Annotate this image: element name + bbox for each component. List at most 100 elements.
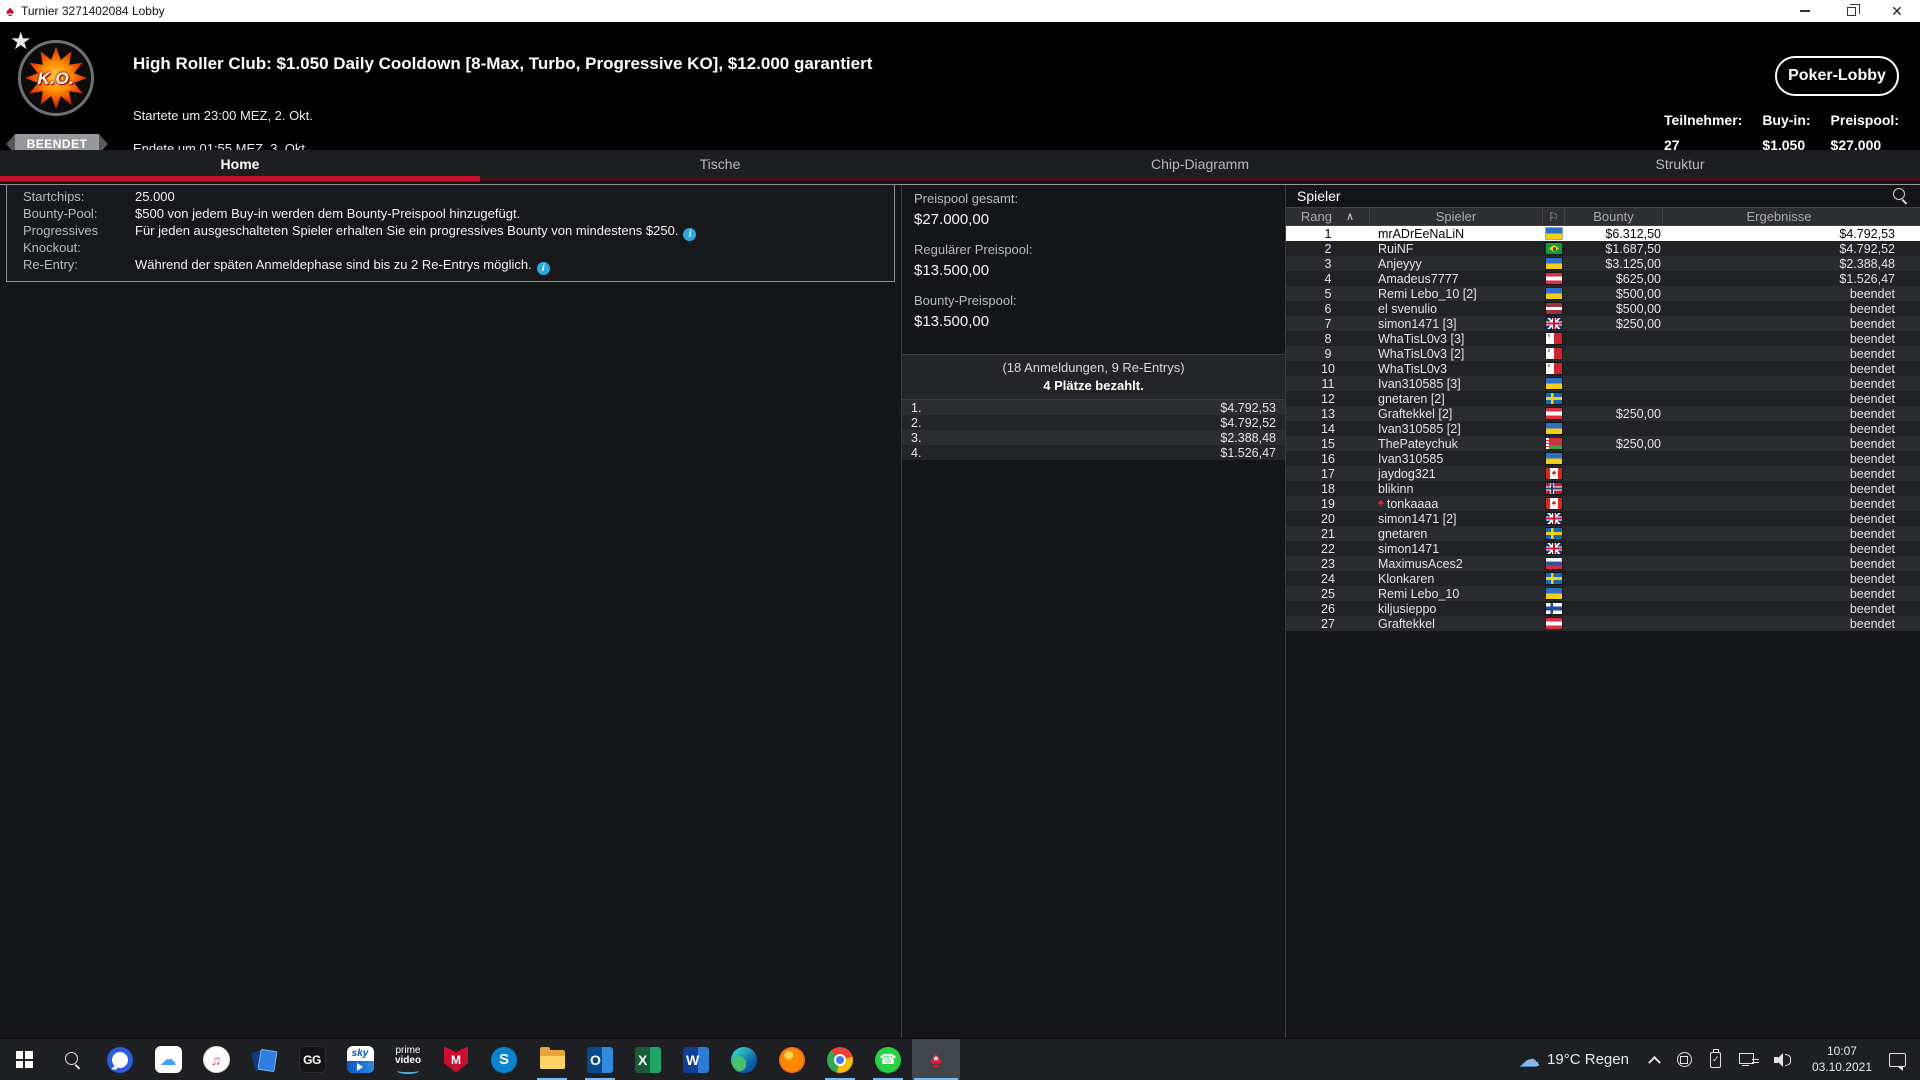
info-icon[interactable]: i <box>536 262 550 275</box>
skype-icon: S <box>491 1046 517 1073</box>
table-row[interactable]: 8 ♠ WhaTisL0v3 [3] beendet <box>1286 331 1920 346</box>
tab[interactable]: Chip-Diagramm <box>960 150 1440 178</box>
country-flag-icon <box>1546 393 1562 404</box>
taskbar-card-game[interactable] <box>240 1039 288 1080</box>
rank-cell: 20 <box>1321 511 1335 526</box>
player-name-cell: ♠ Graftekkel [2] <box>1378 406 1453 421</box>
result-cell: beendet <box>1849 376 1895 391</box>
info-icon[interactable]: i <box>683 228 697 241</box>
taskbar-file-explorer[interactable] <box>528 1039 576 1080</box>
start-button[interactable] <box>0 1039 48 1080</box>
flag-cell <box>1543 363 1565 374</box>
taskbar-icloud[interactable]: ☁ <box>144 1039 192 1080</box>
stat-label: Teilnehmer: <box>1664 112 1743 128</box>
payout-place: 4. <box>911 445 922 460</box>
table-row[interactable]: 14 ♠ Ivan310585 [2] beendet <box>1286 421 1920 436</box>
file-explorer-icon <box>539 1047 565 1069</box>
minimize-button[interactable] <box>1782 0 1828 22</box>
table-row[interactable]: 21 ♠ gnetaren beendet <box>1286 526 1920 541</box>
show-hidden-icons-button[interactable] <box>1641 1039 1668 1080</box>
total-label: Bounty-Preispool: <box>914 293 1017 308</box>
taskbar-edge[interactable] <box>720 1039 768 1080</box>
table-row[interactable]: 25 ♠ Remi Lebo_10 beendet <box>1286 586 1920 601</box>
restore-button[interactable] <box>1828 0 1874 22</box>
taskbar-search-button[interactable] <box>48 1039 96 1080</box>
table-row[interactable]: 15 ♠ ThePateychuk $250,00 beendet <box>1286 436 1920 451</box>
tab[interactable]: Tische <box>480 150 960 178</box>
table-row[interactable]: 3 ♠ Anjeyyy $3.125,00 $2.388,48 <box>1286 256 1920 271</box>
payout-place: 1. <box>911 400 922 415</box>
tab[interactable]: Struktur <box>1440 150 1920 178</box>
table-row[interactable]: 7 ♠ simon1471 [3] $250,00 beendet <box>1286 316 1920 331</box>
table-row[interactable]: 12 ♠ gnetaren [2] beendet <box>1286 391 1920 406</box>
taskbar-outlook[interactable]: O <box>576 1039 624 1080</box>
action-center-button[interactable] <box>1889 1052 1906 1071</box>
taskbar-firefox[interactable] <box>768 1039 816 1080</box>
taskbar-excel[interactable]: X <box>624 1039 672 1080</box>
tab[interactable]: Home <box>0 150 480 181</box>
payout-row[interactable]: 1. $4.792,53 <box>902 400 1285 415</box>
clock-widget[interactable]: 10:07 03.10.2021 <box>1801 1044 1883 1075</box>
table-row[interactable]: 22 ♠ simon1471 beendet <box>1286 541 1920 556</box>
network-tray-button[interactable] <box>1730 1039 1765 1080</box>
column-header-bounty[interactable]: Bounty <box>1565 208 1663 225</box>
taskbar: ☁ ♫ GG sky prime video M S O X W ☎ ♠ ★ ☁… <box>0 1038 1920 1080</box>
taskbar-chrome[interactable] <box>816 1039 864 1080</box>
table-row[interactable]: 19 ♠ tonkaaaa beendet <box>1286 496 1920 511</box>
table-row[interactable]: 2 ♠ RuiNF $1.687,50 $4.792,52 <box>1286 241 1920 256</box>
table-row[interactable]: 4 ♠ Amadeus7777 $625,00 $1.526,47 <box>1286 271 1920 286</box>
weather-widget[interactable]: ☁ 19°C Regen <box>1508 1047 1641 1072</box>
taskbar-itunes[interactable]: ♫ <box>192 1039 240 1080</box>
column-header-player[interactable]: Spieler <box>1370 208 1543 225</box>
table-row[interactable]: 11 ♠ Ivan310585 [3] beendet <box>1286 376 1920 391</box>
search-icon[interactable] <box>1891 187 1909 205</box>
table-row[interactable]: 16 ♠ Ivan310585 beendet <box>1286 451 1920 466</box>
pokerstars-spade-icon: ♠ <box>6 2 14 20</box>
taskbar-signal[interactable] <box>96 1039 144 1080</box>
taskbar-mcafee[interactable]: M <box>432 1039 480 1080</box>
taskbar-ggpoker[interactable]: GG <box>288 1039 336 1080</box>
table-row[interactable]: 9 ♠ WhaTisL0v3 [2] beendet <box>1286 346 1920 361</box>
table-row[interactable]: 17 ♠ jaydog321 beendet <box>1286 466 1920 481</box>
payout-row[interactable]: 4. $1.526,47 <box>902 445 1285 460</box>
table-row[interactable]: 27 ♠ Graftekkel beendet <box>1286 616 1920 631</box>
table-row[interactable]: 24 ♠ Klonkaren beendet <box>1286 571 1920 586</box>
column-header-flag[interactable]: ⚐ <box>1543 208 1565 225</box>
taskbar-skype[interactable]: S <box>480 1039 528 1080</box>
result-cell: beendet <box>1849 286 1895 301</box>
flag-cell <box>1543 303 1565 314</box>
taskbar-whatsapp[interactable]: ☎ <box>864 1039 912 1080</box>
word-icon: W <box>683 1046 709 1073</box>
info-row: Startchips: 25.000i <box>7 188 894 205</box>
table-row[interactable]: 6 ♠ el svenulio $500,00 beendet <box>1286 301 1920 316</box>
table-row[interactable]: 23 ♠ MaximusAces2 beendet <box>1286 556 1920 571</box>
column-header-rank[interactable]: Rang ∧ <box>1286 208 1370 225</box>
usb-tray-button[interactable] <box>1701 1039 1730 1080</box>
outlook-icon: O <box>587 1046 613 1073</box>
table-row[interactable]: 5 ♠ Remi Lebo_10 [2] $500,00 beendet <box>1286 286 1920 301</box>
country-flag-icon <box>1546 348 1562 359</box>
table-row[interactable]: 18 ♠ blikinn beendet <box>1286 481 1920 496</box>
table-row[interactable]: 20 ♠ simon1471 [2] beendet <box>1286 511 1920 526</box>
table-row[interactable]: 1 ♠ mrADrEeNaLiN $6.312,50 $4.792,53 <box>1286 226 1920 241</box>
tray-app-button[interactable] <box>1668 1039 1701 1080</box>
prime-smile-arc <box>397 1068 419 1074</box>
poker-lobby-button[interactable]: Poker-Lobby <box>1775 56 1899 96</box>
volume-icon <box>1773 1052 1792 1068</box>
result-cell: beendet <box>1849 466 1895 481</box>
payout-row[interactable]: 2. $4.792,52 <box>902 415 1285 430</box>
clock-time: 10:07 <box>1826 1043 1857 1058</box>
close-button[interactable]: ✕ <box>1874 0 1920 22</box>
taskbar-word[interactable]: W <box>672 1039 720 1080</box>
column-header-results[interactable]: Ergebnisse <box>1663 208 1920 225</box>
table-row[interactable]: 10 ♠ WhaTisL0v3 beendet <box>1286 361 1920 376</box>
rank-cell: 3 <box>1324 256 1332 271</box>
payout-row[interactable]: 3. $2.388,48 <box>902 430 1285 445</box>
taskbar-sky[interactable]: sky <box>336 1039 384 1080</box>
taskbar-prime-video[interactable]: prime video <box>384 1039 432 1080</box>
network-icon <box>1738 1053 1756 1066</box>
table-row[interactable]: 13 ♠ Graftekkel [2] $250,00 beendet <box>1286 406 1920 421</box>
table-row[interactable]: 26 ♠ kiljusieppo beendet <box>1286 601 1920 616</box>
taskbar-pokerstars[interactable]: ♠ ★ <box>912 1038 960 1080</box>
volume-tray-button[interactable] <box>1765 1039 1801 1080</box>
